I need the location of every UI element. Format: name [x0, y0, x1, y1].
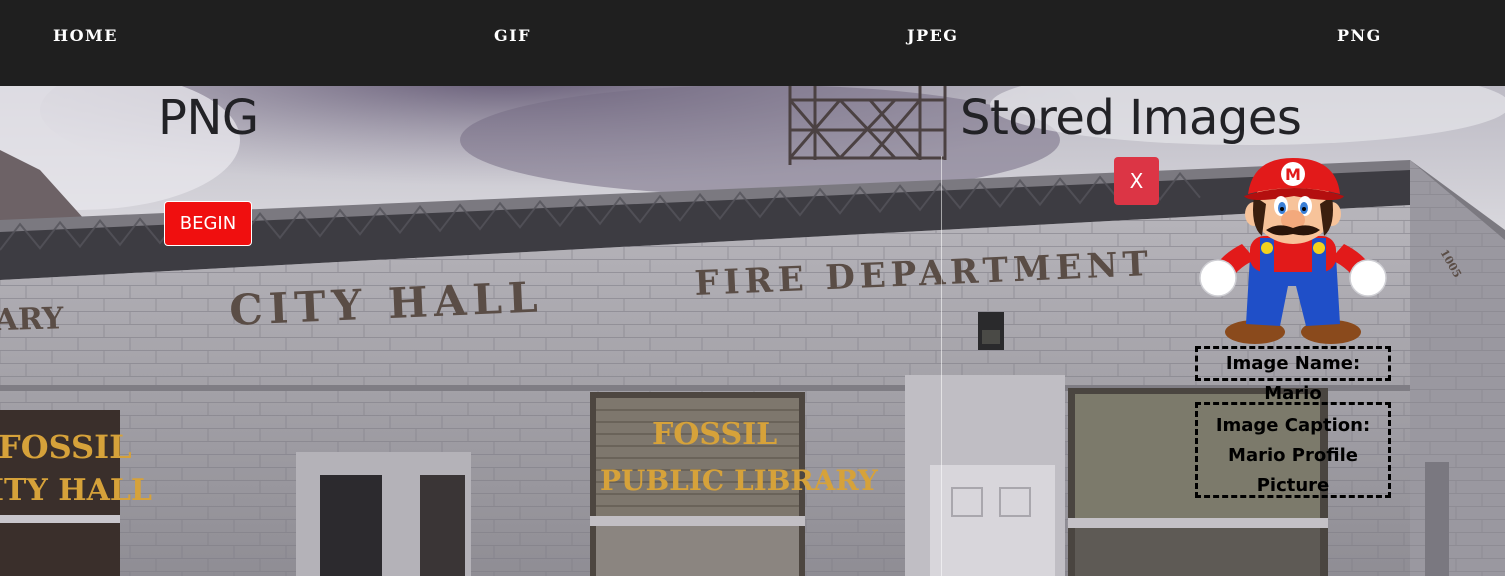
mario-image: M	[1199, 158, 1387, 344]
sign-library-text: ARY	[0, 301, 64, 338]
page-title: PNG	[158, 90, 259, 146]
nav-gif-link[interactable]: GIF	[494, 26, 531, 45]
image-name-label: Image Name: Mario	[1195, 346, 1391, 404]
delete-image-button[interactable]: X	[1114, 157, 1159, 205]
nav-png-link[interactable]: PNG	[1337, 26, 1382, 45]
sign-public-library-text: PUBLIC LIBRARY	[600, 464, 879, 497]
sign-fossil-left-text: FOSSIL	[0, 428, 132, 466]
sign-city-hall-left-text: ITY HALL	[0, 473, 152, 508]
column-divider	[941, 156, 942, 576]
navbar: HOME GIF JPEG PNG	[0, 0, 1505, 86]
nav-jpeg-link[interactable]: JPEG	[907, 26, 958, 45]
svg-text:M: M	[1285, 165, 1301, 184]
image-caption-label: Image Caption: Mario Profile Picture	[1195, 402, 1391, 498]
nav-home-link[interactable]: HOME	[53, 26, 118, 45]
stored-images-title: Stored Images	[960, 90, 1302, 146]
begin-button[interactable]: BEGIN	[164, 201, 252, 246]
sign-fossil-center-text: FOSSIL	[652, 417, 777, 452]
